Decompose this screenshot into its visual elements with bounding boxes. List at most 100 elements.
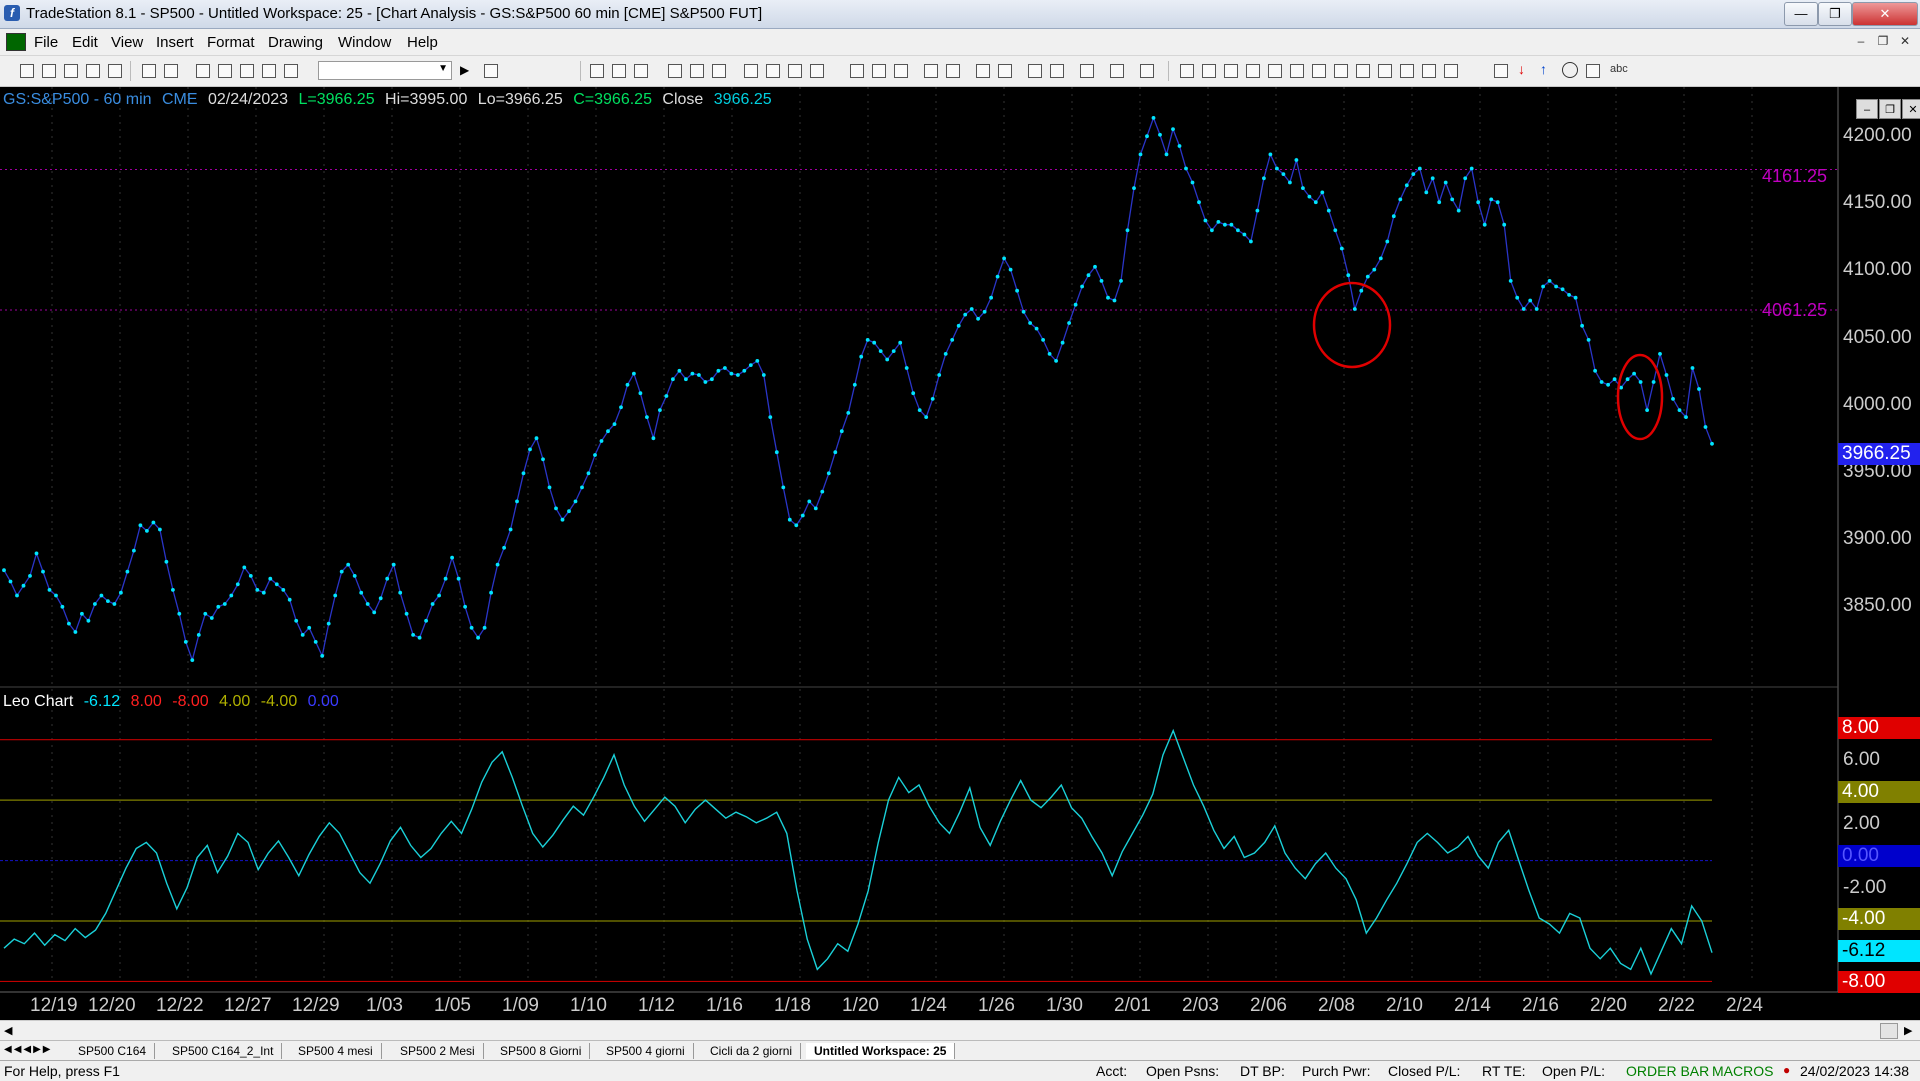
expand-icon[interactable] bbox=[946, 64, 960, 78]
curve-icon[interactable] bbox=[1494, 64, 1508, 78]
bar-chart-3-icon[interactable] bbox=[894, 64, 908, 78]
pointer-icon[interactable] bbox=[1028, 64, 1042, 78]
compress-icon[interactable] bbox=[924, 64, 938, 78]
price-point bbox=[1495, 200, 1500, 205]
tab-workspace[interactable]: SP500 4 mesi bbox=[290, 1043, 382, 1059]
print-icon[interactable] bbox=[164, 64, 178, 78]
close-button[interactable]: ✕ bbox=[1852, 2, 1918, 26]
price-point bbox=[1580, 323, 1584, 328]
menu-help[interactable]: Help bbox=[407, 34, 438, 51]
combo-arrow-icon: ▼ bbox=[438, 63, 448, 74]
restore-button[interactable]: ❐ bbox=[1818, 2, 1852, 26]
crosshair-icon[interactable] bbox=[1050, 64, 1064, 78]
table-icon[interactable] bbox=[634, 64, 648, 78]
menu-drawing[interactable]: Drawing bbox=[268, 34, 323, 51]
insert-symbol-icon[interactable] bbox=[484, 64, 498, 78]
text-icon[interactable]: abc bbox=[1610, 63, 1628, 75]
notes-icon[interactable] bbox=[1140, 64, 1154, 78]
refresh-icon[interactable] bbox=[712, 64, 726, 78]
new-icon[interactable] bbox=[20, 64, 34, 78]
menu-view[interactable]: View bbox=[111, 34, 143, 51]
menu-edit[interactable]: Edit bbox=[72, 34, 98, 51]
pane-minimize-button[interactable]: – bbox=[1856, 99, 1878, 119]
bar-chart-icon[interactable] bbox=[850, 64, 864, 78]
horizontal-lines-icon[interactable] bbox=[1224, 64, 1238, 78]
save-workspace-icon[interactable] bbox=[108, 64, 122, 78]
copy-icon[interactable] bbox=[218, 64, 232, 78]
scroll-right-icon[interactable]: ▶ bbox=[1904, 1024, 1912, 1037]
scroll-thumb[interactable] bbox=[1880, 1023, 1898, 1039]
freehand-icon[interactable] bbox=[1444, 64, 1458, 78]
price-point bbox=[1008, 267, 1013, 272]
gann-icon[interactable] bbox=[1268, 64, 1282, 78]
hide-icon[interactable] bbox=[1110, 64, 1124, 78]
date-tick: 2/22 bbox=[1658, 995, 1695, 1016]
fibonacci-icon[interactable] bbox=[1246, 64, 1260, 78]
menu-window[interactable]: Window bbox=[338, 34, 391, 51]
lock-icon[interactable] bbox=[240, 64, 254, 78]
scanner-icon[interactable] bbox=[788, 64, 802, 78]
scroll-left-icon[interactable]: ◀ bbox=[4, 1024, 12, 1037]
pane-close-button[interactable]: ✕ bbox=[1902, 99, 1920, 119]
tab-workspace[interactable]: SP500 8 Giorni bbox=[492, 1043, 591, 1059]
tab-workspace[interactable]: Cicli da 2 giorni bbox=[702, 1043, 802, 1059]
ellipse-icon[interactable] bbox=[1562, 62, 1578, 78]
macros-button[interactable]: MACROS bbox=[1712, 1063, 1773, 1079]
save-icon[interactable] bbox=[86, 64, 100, 78]
pane-restore-button[interactable]: ❐ bbox=[1879, 99, 1901, 119]
arc-icon[interactable] bbox=[1422, 64, 1436, 78]
analysis-icon[interactable] bbox=[668, 64, 682, 78]
trendline-icon[interactable] bbox=[1180, 64, 1194, 78]
tab-workspace[interactable]: SP500 2 Mesi bbox=[392, 1043, 484, 1059]
regression-icon[interactable] bbox=[1290, 64, 1304, 78]
horizontal-arrow-icon[interactable] bbox=[1356, 64, 1370, 78]
play-arrow-icon[interactable]: ▶ bbox=[460, 63, 469, 77]
price-point bbox=[820, 489, 825, 494]
price-point bbox=[171, 588, 175, 592]
chart-analysis-window[interactable]: GS:S&P500 - 60 min CME 02/24/2023 L=3966… bbox=[0, 87, 1920, 1020]
open-workspace-icon[interactable] bbox=[64, 64, 78, 78]
tab-workspace-active[interactable]: Untitled Workspace: 25 bbox=[806, 1043, 956, 1059]
palette-icon[interactable] bbox=[284, 64, 298, 78]
mdi-restore-button[interactable]: ❐ bbox=[1872, 32, 1894, 51]
indicator-icon[interactable] bbox=[766, 64, 780, 78]
zoom-in-icon[interactable] bbox=[976, 64, 990, 78]
angle-icon[interactable] bbox=[1334, 64, 1348, 78]
down-arrow-icon[interactable]: ↓ bbox=[1518, 61, 1525, 77]
zoom-out-icon[interactable] bbox=[998, 64, 1012, 78]
menu-insert[interactable]: Insert bbox=[156, 34, 194, 51]
chart-canvas[interactable] bbox=[0, 87, 1920, 1020]
menu-file[interactable]: File bbox=[34, 34, 58, 51]
tools-icon[interactable] bbox=[1080, 64, 1094, 78]
symbol-combo[interactable]: ▼ bbox=[318, 61, 452, 80]
rectangle-icon[interactable] bbox=[1586, 64, 1600, 78]
price-point bbox=[430, 602, 435, 606]
up-arrow-icon[interactable]: ↑ bbox=[1540, 61, 1547, 77]
minimize-button[interactable]: — bbox=[1784, 2, 1818, 26]
data-window-icon[interactable] bbox=[612, 64, 626, 78]
parallel-lines-icon[interactable] bbox=[1400, 64, 1414, 78]
andrews-pitchfork-icon[interactable] bbox=[1378, 64, 1392, 78]
mdi-close-button[interactable]: ✕ bbox=[1894, 32, 1916, 51]
matrix-icon[interactable] bbox=[810, 64, 824, 78]
order-bar-button[interactable]: ORDER BAR bbox=[1626, 1063, 1709, 1079]
price-point bbox=[1158, 132, 1162, 137]
menu-format[interactable]: Format bbox=[207, 34, 255, 51]
bar-chart-2-icon[interactable] bbox=[872, 64, 886, 78]
speed-lines-icon[interactable] bbox=[1312, 64, 1326, 78]
horizontal-scrollbar[interactable]: ◀ ▶ bbox=[0, 1020, 1920, 1041]
drawing-icon[interactable] bbox=[262, 64, 276, 78]
tab-workspace[interactable]: SP500 4 giorni bbox=[598, 1043, 694, 1059]
print-preview-icon[interactable] bbox=[142, 64, 156, 78]
tab-workspace[interactable]: SP500 C164 bbox=[70, 1043, 156, 1059]
cut-icon[interactable] bbox=[196, 64, 210, 78]
chart-style-icon[interactable] bbox=[590, 64, 604, 78]
price-point bbox=[411, 633, 415, 637]
tab-nav-arrows-icon[interactable]: ◀◀◀▶▶ bbox=[4, 1044, 52, 1055]
mdi-minimize-button[interactable]: – bbox=[1850, 32, 1872, 51]
vertical-lines-icon[interactable] bbox=[1202, 64, 1216, 78]
tab-workspace[interactable]: SP500 C164_2_Int bbox=[164, 1043, 283, 1059]
format-icon[interactable] bbox=[690, 64, 704, 78]
open-icon[interactable] bbox=[42, 64, 56, 78]
strategy-icon[interactable] bbox=[744, 64, 758, 78]
